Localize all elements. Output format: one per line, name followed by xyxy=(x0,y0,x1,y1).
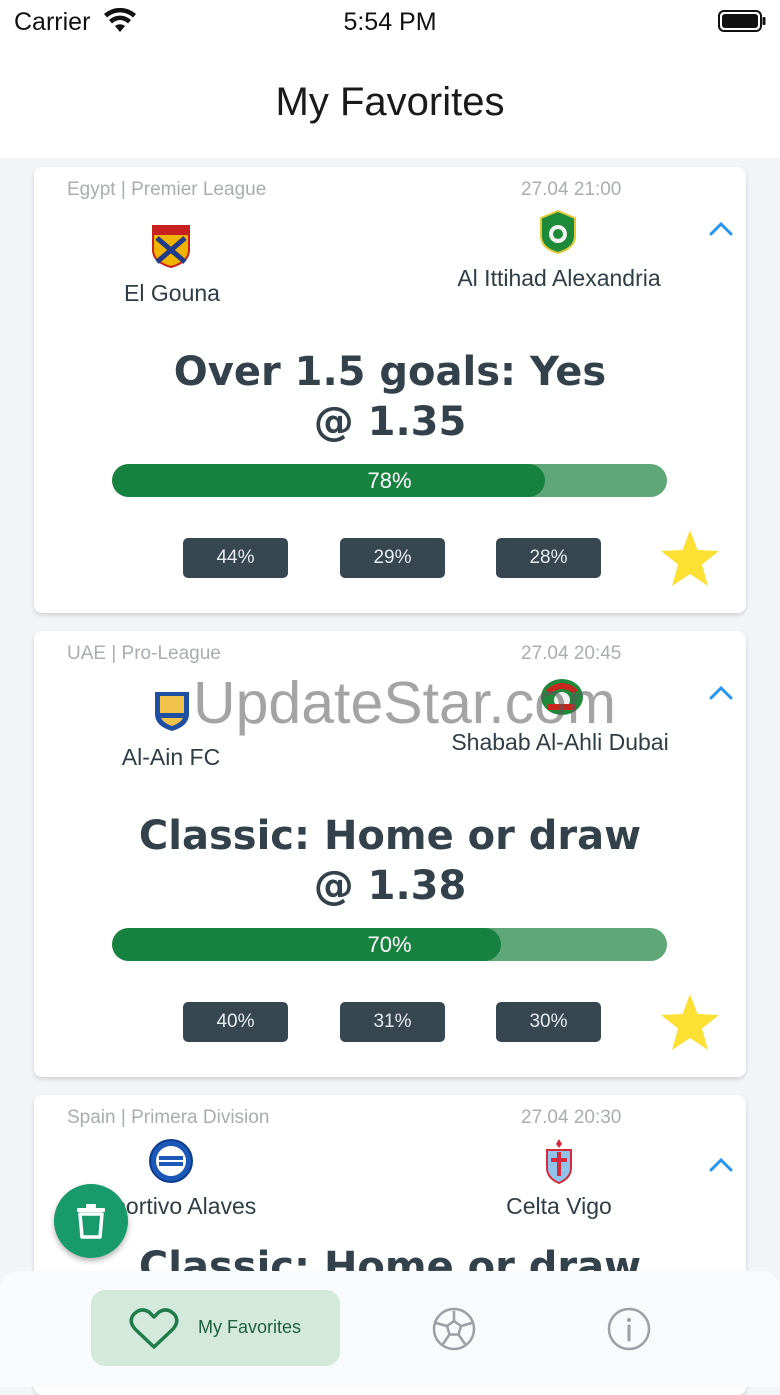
al-ittihad-crest-icon xyxy=(540,210,576,254)
tab-my-favorites[interactable]: My Favorites xyxy=(91,1290,340,1366)
odds-pill-draw: 29% xyxy=(340,538,445,578)
alaves-crest-icon xyxy=(149,1139,193,1183)
match-card[interactable]: UAE | Pro-League 27.04 20:45 Al-Ain FC S… xyxy=(34,631,746,1077)
away-team-name: Shabab Al-Ahli Dubai xyxy=(451,729,669,755)
app-bar: My Favorites xyxy=(0,44,780,158)
away-team-name: Celta Vigo xyxy=(506,1193,612,1219)
battery-icon xyxy=(718,10,766,32)
confidence-bar: 78% xyxy=(112,464,667,497)
heart-icon xyxy=(129,1308,179,1349)
delete-favorites-button[interactable] xyxy=(54,1184,128,1258)
al-ain-crest-icon xyxy=(155,692,189,731)
match-card[interactable]: Egypt | Premier League 27.04 21:00 El Go… xyxy=(34,167,746,613)
celta-crest-icon xyxy=(546,1139,572,1184)
page-title: My Favorites xyxy=(275,80,505,124)
chevron-up-icon[interactable] xyxy=(708,219,734,237)
league-label: Spain | Primera Division xyxy=(67,1107,270,1128)
match-date: 27.04 21:00 xyxy=(521,179,622,200)
tab-matches[interactable] xyxy=(422,1297,486,1361)
tab-info[interactable] xyxy=(597,1297,661,1361)
league-label: UAE | Pro-League xyxy=(67,643,221,664)
trash-icon xyxy=(77,1204,105,1239)
away-team-name: Al Ittihad Alexandria xyxy=(457,265,661,291)
confidence-label: 78% xyxy=(367,468,412,493)
confidence-bar: 70% xyxy=(112,928,667,961)
odds-pill-home: 40% xyxy=(183,1002,288,1042)
chevron-up-icon[interactable] xyxy=(708,1155,734,1173)
el-gouna-crest-icon xyxy=(152,225,190,268)
home-team-name: El Gouna xyxy=(124,280,220,306)
league-label: Egypt | Premier League xyxy=(67,179,267,200)
soccer-ball-icon xyxy=(432,1307,476,1351)
chevron-up-icon[interactable] xyxy=(708,683,734,701)
home-team-name: Al-Ain FC xyxy=(121,744,221,770)
odds-pill-draw: 31% xyxy=(340,1002,445,1042)
odds-pill-away: 28% xyxy=(496,538,601,578)
shabab-al-ahli-crest-icon xyxy=(541,679,583,715)
clock: 5:54 PM xyxy=(343,8,437,36)
prediction-tip: Over 1.5 goals: Yes @ 1.35 xyxy=(34,347,746,447)
star-icon[interactable] xyxy=(659,528,721,588)
star-icon[interactable] xyxy=(659,992,721,1052)
info-icon xyxy=(607,1307,651,1351)
prediction-tip-line: Classic: Home or draw xyxy=(138,813,642,859)
odds-pill-away: 30% xyxy=(496,1002,601,1042)
tab-label: My Favorites xyxy=(198,1317,302,1337)
bottom-tab-bar: My Favorites xyxy=(0,1271,780,1387)
prediction-tip-line: Over 1.5 goals: Yes xyxy=(173,349,607,395)
prediction-odds-line: @ 1.38 xyxy=(313,863,467,909)
match-date: 27.04 20:45 xyxy=(521,643,622,664)
confidence-label: 70% xyxy=(367,932,412,957)
odds-pill-home: 44% xyxy=(183,538,288,578)
status-bar: Carrier 5:54 PM xyxy=(0,0,780,44)
match-date: 27.04 20:30 xyxy=(521,1107,622,1128)
prediction-tip: Classic: Home or draw @ 1.38 xyxy=(34,811,746,911)
prediction-odds-line: @ 1.35 xyxy=(313,399,467,445)
